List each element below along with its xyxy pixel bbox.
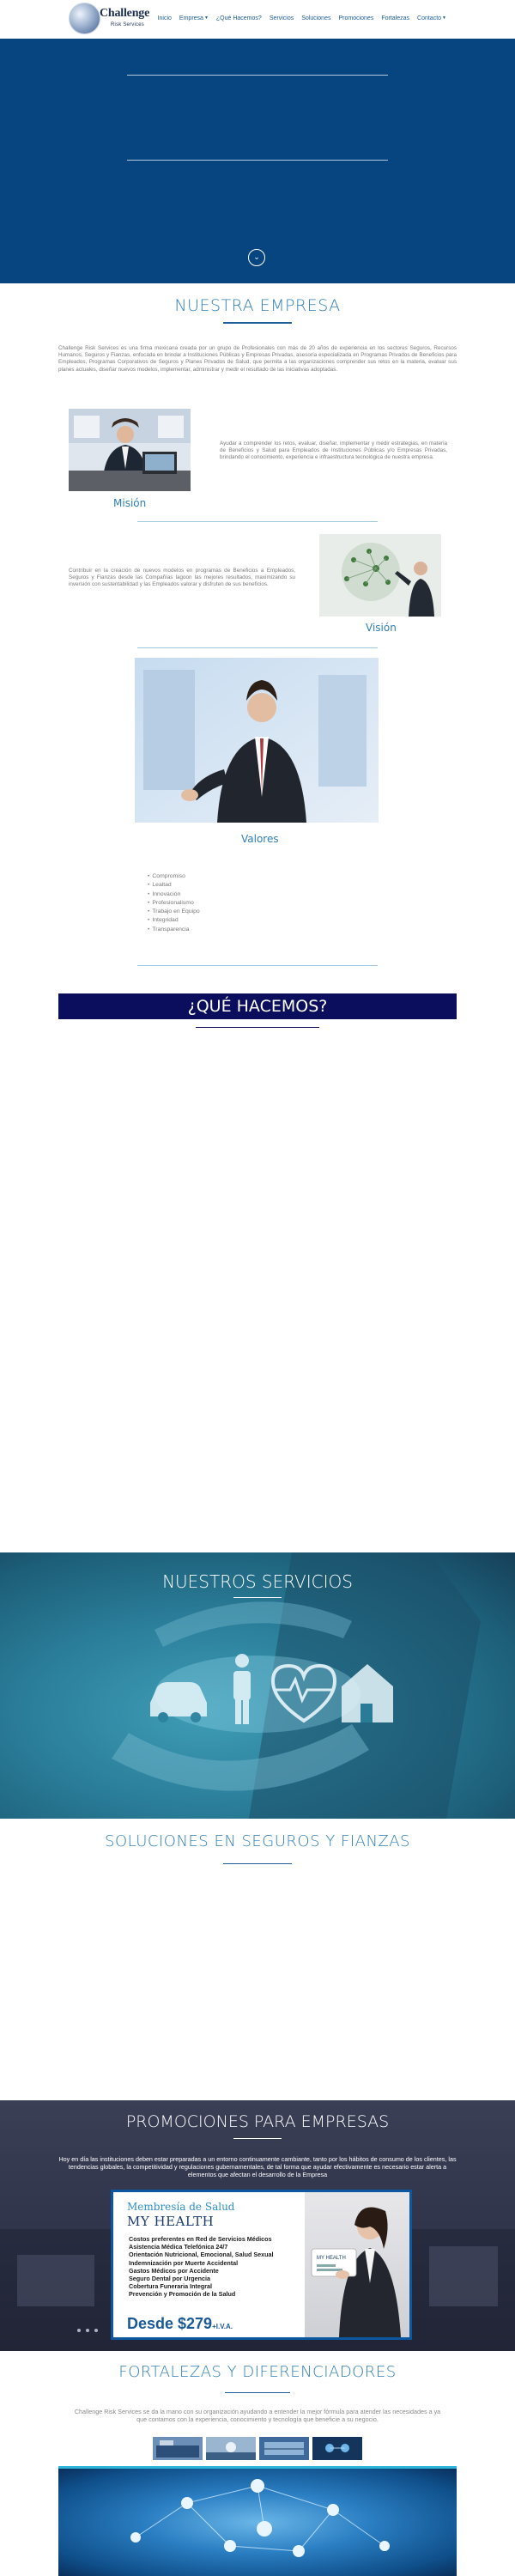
svg-text:MY HEALTH: MY HEALTH	[317, 2256, 346, 2261]
nav-item-inicio[interactable]: Inicio	[158, 15, 172, 21]
carousel-dot[interactable]	[77, 2329, 81, 2332]
valores-photo	[135, 658, 379, 823]
nav-item-label: Inicio	[157, 15, 172, 21]
nav-item-empresa[interactable]: Empresa▼	[179, 15, 209, 21]
promo-carousel-dots	[77, 2329, 98, 2332]
nav-item-que-hacemos[interactable]: ¿Qué Hacemos?	[216, 15, 262, 21]
soluciones-title: SOLUCIONES EN SEGUROS Y FIANZAS	[105, 1832, 410, 1850]
vision-divider	[137, 647, 378, 648]
valor-item: Profesionalismo	[148, 899, 200, 908]
valor-item: Compromiso	[148, 872, 200, 881]
que-hacemos-banner: ¿QUÉ HACEMOS?	[58, 993, 457, 1019]
card-price-suffix: +I.V.A.	[212, 2323, 233, 2330]
fortaleza-thumb-3[interactable]	[259, 2437, 309, 2460]
mision-divider	[137, 521, 378, 522]
logo-subtitle: Risk Services	[111, 22, 144, 27]
empresa-title-underline	[223, 322, 292, 324]
card-feature-item: Indemnización por Muerte Accidental	[129, 2258, 239, 2267]
fortalezas-underline	[225, 2392, 290, 2393]
servicios-background-image	[112, 1552, 481, 1819]
caret-down-icon: ▼	[203, 15, 209, 21]
nav-item-contacto[interactable]: Contacto▼	[417, 15, 446, 21]
fortaleza-thumb-4[interactable]	[312, 2437, 362, 2460]
nav-item-label: Promociones	[338, 15, 374, 21]
nav-item-fortalezas[interactable]: Fortalezas	[381, 15, 409, 21]
servicios-banner: NUESTROS SERVICIOS	[0, 1552, 515, 1819]
empresa-intro: Challenge Risk Services es una firma mex…	[58, 345, 457, 373]
fortalezas-network-image	[58, 2466, 457, 2576]
fortalezas-text: Challenge Risk Services se da la mano co…	[74, 2408, 441, 2423]
promociones-underline	[233, 2138, 282, 2139]
servicios-underline	[233, 1597, 282, 1598]
top-navbar: Challenge Risk Services Inicio Empresa▼ ¿Q…	[0, 0, 515, 39]
promo-card-my-health[interactable]: Membresía de Salud MY HEALTH Costos pref…	[111, 2190, 412, 2340]
valores-label: Valores	[241, 833, 279, 845]
nav-item-label: Fortalezas	[381, 15, 410, 21]
hero-banner: ⌄	[0, 39, 515, 283]
card-feature-item: Costos preferentes en Red de Servicios M…	[129, 2235, 272, 2243]
nav-item-promociones[interactable]: Promociones	[338, 15, 373, 21]
nav-item-servicios[interactable]: Servicios	[270, 15, 294, 21]
nav-item-label: Contacto	[417, 15, 442, 21]
nav-item-label: Empresa	[179, 15, 203, 21]
soluciones-underline	[223, 1863, 292, 1864]
valor-item: Trabajo en Equipo	[148, 908, 199, 916]
mision-label: Misión	[113, 497, 147, 509]
promociones-text: Hoy en día las instituciones deben estar…	[58, 2155, 457, 2178]
valor-item: Transparencia	[148, 926, 200, 934]
logo[interactable]: Challenge Risk Services	[69, 3, 150, 35]
hero-divider-bottom	[127, 160, 388, 161]
vision-label: Visión	[366, 622, 397, 634]
card-feature-item: Asistencia Médica Telefónica 24/7	[129, 2243, 228, 2251]
nav-item-label: Servicios	[269, 15, 294, 21]
promociones-title: PROMOCIONES PARA EMPRESAS	[125, 2112, 390, 2131]
nav-item-label: ¿Qué Hacemos?	[215, 15, 262, 21]
vision-text: Contribuir en la creación de nuevos mode…	[69, 568, 295, 588]
valor-item: Lealtad	[148, 881, 200, 890]
card-kicker: Membresía de Salud	[127, 2201, 235, 2213]
car-icon	[150, 1682, 207, 1722]
fortaleza-thumb-2[interactable]	[206, 2437, 256, 2460]
mision-text: Ayudar a comprender los retos, evaluar, …	[220, 440, 447, 461]
empresa-title: NUESTRA EMPRESA	[174, 296, 341, 315]
card-feature-item: Gastos Médicos por Accidente	[129, 2266, 219, 2275]
nav-item-label: Soluciones	[301, 15, 331, 21]
main-menu: Inicio Empresa▼ ¿Qué Hacemos? Servicios Solu…	[158, 15, 446, 21]
servicios-title: NUESTROS SERVICIOS	[162, 1571, 353, 1592]
card-feature-item: Prevención y Promoción de la Salud	[129, 2290, 236, 2299]
card-woman-photo: MY HEALTH	[305, 2192, 409, 2337]
card-feature-item: Orientación Nutricional, Emocional, Salu…	[129, 2251, 274, 2259]
card-price-value: Desde $279	[127, 2315, 213, 2332]
card-feature-item: Seguro Dental por Urgencia	[129, 2275, 211, 2283]
nav-item-soluciones[interactable]: Soluciones	[301, 15, 330, 21]
fortaleza-thumb-1[interactable]	[153, 2437, 203, 2460]
logo-title: Challenge	[100, 7, 150, 20]
hero-divider-top	[127, 75, 388, 76]
chevron-down-circle-icon[interactable]: ⌄	[248, 249, 265, 266]
valores-divider	[137, 965, 378, 966]
valor-item: Integridad	[148, 916, 200, 925]
mision-photo	[69, 409, 191, 491]
carousel-dot[interactable]	[86, 2329, 89, 2332]
valor-item: Innovación	[148, 890, 200, 899]
card-feature-item: Cobertura Funeraria Integral	[129, 2282, 213, 2291]
carousel-dot[interactable]	[94, 2329, 98, 2332]
que-hacemos-underline	[196, 1027, 319, 1028]
promociones-section: PROMOCIONES PARA EMPRESAS Hoy en día las…	[0, 2100, 515, 2351]
logo-globe-icon	[69, 3, 100, 34]
card-feature-list: Costos preferentes en Red de Servicios M…	[129, 2235, 274, 2299]
vision-photo	[319, 534, 441, 617]
card-price: Desde $279+I.V.A.	[127, 2315, 233, 2333]
card-brand: MY HEALTH	[127, 2214, 215, 2229]
valores-list: CompromisoLealtadInnovaciónProfesionalis…	[148, 872, 200, 934]
fortalezas-title: FORTALEZAS Y DIFERENCIADORES	[118, 2363, 397, 2381]
que-hacemos-title: ¿QUÉ HACEMOS?	[187, 997, 328, 1016]
caret-down-icon: ▼	[442, 15, 446, 21]
